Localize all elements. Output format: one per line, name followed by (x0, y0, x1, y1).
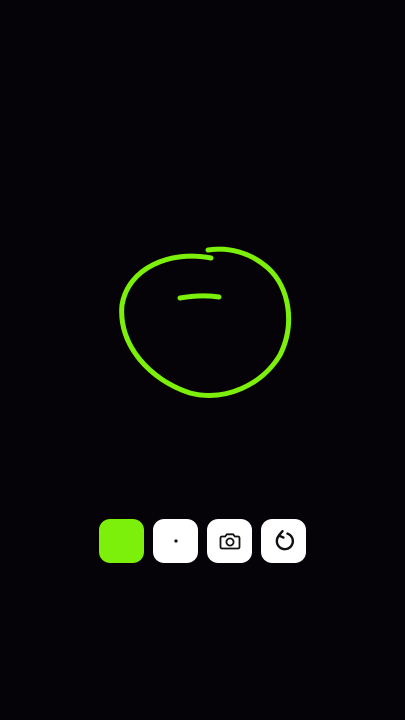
undo-icon (271, 528, 297, 554)
color-swatch-button[interactable] (99, 519, 144, 563)
drawing-canvas[interactable] (0, 0, 405, 720)
drawn-stroke-circle (119, 246, 292, 398)
camera-button[interactable] (207, 519, 252, 563)
drawn-stroke-line (177, 293, 222, 301)
drawing-toolbar (99, 519, 306, 563)
brush-size-button[interactable] (153, 519, 198, 563)
undo-button[interactable] (261, 519, 306, 563)
brush-dot-icon (173, 538, 179, 544)
camera-icon (218, 529, 242, 553)
drawing-app (0, 0, 405, 720)
